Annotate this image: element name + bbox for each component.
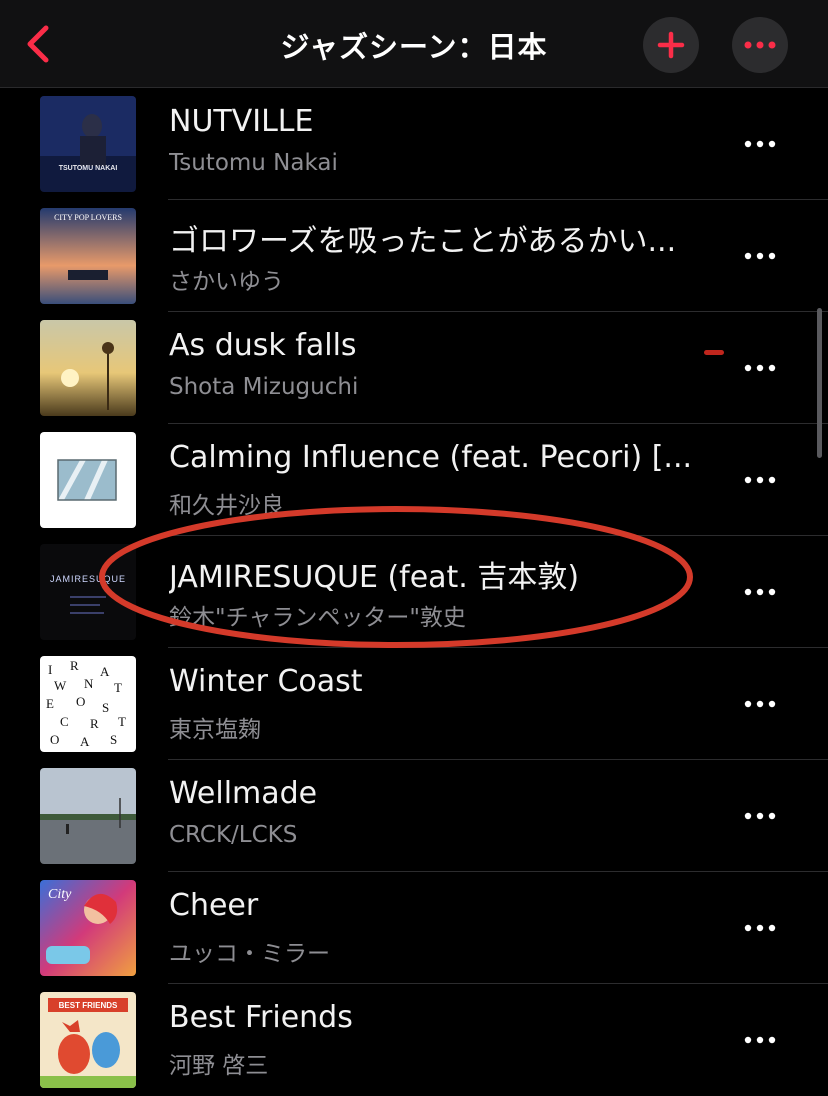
nav-bar: ジャズシーン：日本 (0, 0, 828, 88)
ellipsis-icon (744, 588, 776, 596)
ellipsis-icon (744, 700, 776, 708)
track-title: ゴロワーズを吸ったことがあるかい... (169, 224, 677, 259)
track-row[interactable]: TSUTOMU NAKAI NUTVILLE Tsutomu Nakai (0, 88, 828, 200)
drag-indicator (704, 350, 724, 355)
svg-text:S: S (110, 732, 117, 747)
track-more-button[interactable] (736, 354, 784, 382)
album-art (40, 320, 136, 416)
svg-text:R: R (90, 716, 99, 731)
track-more-button[interactable] (736, 914, 784, 942)
svg-text:R: R (70, 658, 79, 673)
svg-text:E: E (46, 696, 54, 711)
track-row[interactable]: City Cheer ユッコ・ミラー (0, 872, 828, 984)
track-more-button[interactable] (736, 1026, 784, 1054)
svg-text:A: A (100, 664, 110, 679)
svg-text:S: S (102, 700, 109, 715)
track-more-button[interactable] (736, 578, 784, 606)
album-art-text: TSUTOMU NAKAI (59, 165, 118, 172)
ellipsis-icon (744, 476, 776, 484)
album-art: TSUTOMU NAKAI (40, 96, 136, 192)
album-art: JAMIRESUQUE (40, 544, 136, 640)
track-more-button[interactable] (736, 242, 784, 270)
ellipsis-icon (744, 252, 776, 260)
track-more-button[interactable] (736, 690, 784, 718)
track-row[interactable]: Calming Influence (feat. Pecori) [... 和久… (0, 424, 828, 536)
scrollbar[interactable] (817, 308, 822, 458)
track-row[interactable]: CITY POP LOVERS ゴロワーズを吸ったことがあるかい... さかいゆ… (0, 200, 828, 312)
svg-text:T: T (114, 680, 122, 695)
more-options-button[interactable] (732, 17, 788, 73)
album-art-text: BEST FRIENDS (59, 1001, 118, 1010)
ellipsis-icon (744, 41, 776, 49)
track-artist: Tsutomu Nakai (169, 150, 338, 176)
track-artist: 鈴木"チャランペッター"敦史 (169, 605, 466, 631)
track-title: JAMIRESUQUE (feat. 吉本敦) (169, 560, 580, 595)
track-artist: Shota Mizuguchi (169, 374, 359, 400)
track-more-button[interactable] (736, 466, 784, 494)
track-title: NUTVILLE (169, 104, 314, 139)
track-artist: 東京塩麹 (169, 717, 261, 743)
track-list: TSUTOMU NAKAI NUTVILLE Tsutomu Nakai CIT… (0, 88, 828, 1096)
svg-text:O: O (50, 732, 59, 747)
plus-icon (657, 31, 685, 59)
track-row[interactable]: BEST FRIENDS Best Friends 河野 啓三 (0, 984, 828, 1096)
svg-text:I: I (48, 662, 52, 677)
track-title: Cheer (169, 888, 259, 923)
page-title: ジャズシーン：日本 (280, 30, 548, 64)
track-more-button[interactable] (736, 130, 784, 158)
track-title: Calming Influence (feat. Pecori) [... (169, 440, 693, 475)
track-row[interactable]: IRA WNT EOS CRT OAS Winter Coast 東京塩麹 (0, 648, 828, 760)
album-art: IRA WNT EOS CRT OAS (40, 656, 136, 752)
track-row[interactable]: As dusk falls Shota Mizuguchi (0, 312, 828, 424)
svg-text:A: A (80, 734, 90, 749)
album-art: CITY POP LOVERS (40, 208, 136, 304)
album-art-text: City (48, 887, 72, 902)
track-more-button[interactable] (736, 802, 784, 830)
track-artist: さかいゆう (169, 269, 284, 295)
album-art: City (40, 880, 136, 976)
ellipsis-icon (744, 140, 776, 148)
track-title: Winter Coast (169, 664, 363, 699)
album-art: BEST FRIENDS (40, 992, 136, 1088)
album-art (40, 768, 136, 864)
ellipsis-icon (744, 1036, 776, 1044)
album-art (40, 432, 136, 528)
svg-text:C: C (60, 714, 69, 729)
track-artist: 河野 啓三 (169, 1053, 269, 1079)
ellipsis-icon (744, 924, 776, 932)
track-row[interactable]: JAMIRESUQUE JAMIRESUQUE (feat. 吉本敦) 鈴木"チ… (0, 536, 828, 648)
track-row[interactable]: Wellmade CRCK/LCKS (0, 760, 828, 872)
ellipsis-icon (744, 812, 776, 820)
album-art-text: CITY POP LOVERS (54, 213, 122, 222)
track-title: Wellmade (169, 776, 318, 811)
track-title: Best Friends (169, 1000, 353, 1035)
ellipsis-icon (744, 364, 776, 372)
track-artist: 和久井沙良 (169, 493, 284, 519)
svg-text:W: W (54, 678, 67, 693)
add-button[interactable] (643, 17, 699, 73)
svg-text:N: N (84, 676, 94, 691)
album-art-text: JAMIRESUQUE (50, 574, 126, 584)
track-title: As dusk falls (169, 328, 357, 363)
svg-text:T: T (118, 714, 126, 729)
track-artist: CRCK/LCKS (169, 822, 298, 848)
track-artist: ユッコ・ミラー (169, 941, 330, 967)
svg-text:O: O (76, 694, 85, 709)
